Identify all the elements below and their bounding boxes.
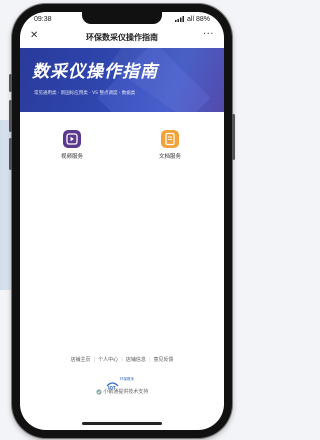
phone-screen: 09:38 all 88% ✕ 环保数采仪操作指南 ··· 数采仪操作指南 常见… — [20, 12, 224, 430]
footer-divider: | — [93, 357, 96, 363]
battery-percent: 88% — [195, 16, 210, 23]
video-service-label: 视频服务 — [60, 154, 83, 160]
status-indicators: all 88% — [175, 16, 210, 23]
page-title: 环保数采仪操作指南 — [86, 33, 158, 42]
play-icon — [63, 130, 81, 148]
volume-up-button — [9, 100, 12, 132]
video-service-button[interactable]: 视频服务 — [42, 130, 102, 160]
mute-switch — [9, 74, 12, 92]
status-time: 09:38 — [34, 16, 52, 23]
notch — [82, 12, 162, 24]
signal-icon — [175, 16, 185, 23]
footer-link-feedback[interactable]: 意见反馈 — [154, 357, 174, 363]
service-grid: 视频服务 文档服务 — [20, 130, 224, 180]
home-indicator[interactable] — [82, 422, 162, 425]
navigation-bar: ✕ 环保数采仪操作指南 ··· — [20, 28, 224, 46]
hero-banner: 数采仪操作指南 常见通用类 · 新国标应用类 · VS 整点调度 · 数据类 — [20, 48, 224, 112]
document-service-button[interactable]: 文档服务 — [140, 130, 200, 160]
power-button — [232, 114, 235, 160]
footer-link-personal-center[interactable]: 个人中心 — [98, 357, 118, 363]
document-service-label: 文档服务 — [158, 154, 181, 160]
footer-link-shop-info[interactable]: 店铺信息 — [126, 357, 146, 363]
banner-title: 数采仪操作指南 — [32, 62, 158, 82]
more-options-button[interactable]: ··· — [203, 29, 214, 40]
volume-down-button — [9, 138, 12, 170]
document-icon — [161, 130, 179, 148]
support-text: 小鹅通提供技术支持 — [103, 389, 149, 395]
footer-divider: | — [121, 357, 123, 363]
brand-logo: IOT 环保数采 — [106, 375, 146, 391]
banner-subtitle: 常见通用类 · 新国标应用类 · VS 整点调度 · 数据类 — [34, 91, 136, 96]
close-button[interactable]: ✕ — [30, 30, 38, 41]
phone-frame: 09:38 all 88% ✕ 环保数采仪操作指南 ··· 数采仪操作指南 常见… — [9, 4, 235, 438]
footer-divider: | — [148, 357, 151, 363]
footer-link-shop-home[interactable]: 店铺主页 — [70, 357, 90, 363]
support-icon — [96, 388, 102, 395]
status-bar: 09:38 all 88% — [20, 12, 224, 27]
footer-links: 店铺主页 | 个人中心 | 店铺信息 | 意见反馈 — [20, 356, 224, 363]
signal-label: all — [187, 16, 195, 23]
tech-support-note: 小鹅通提供技术支持 — [20, 388, 224, 395]
brand-logo-text: 环保数采 — [120, 377, 134, 381]
